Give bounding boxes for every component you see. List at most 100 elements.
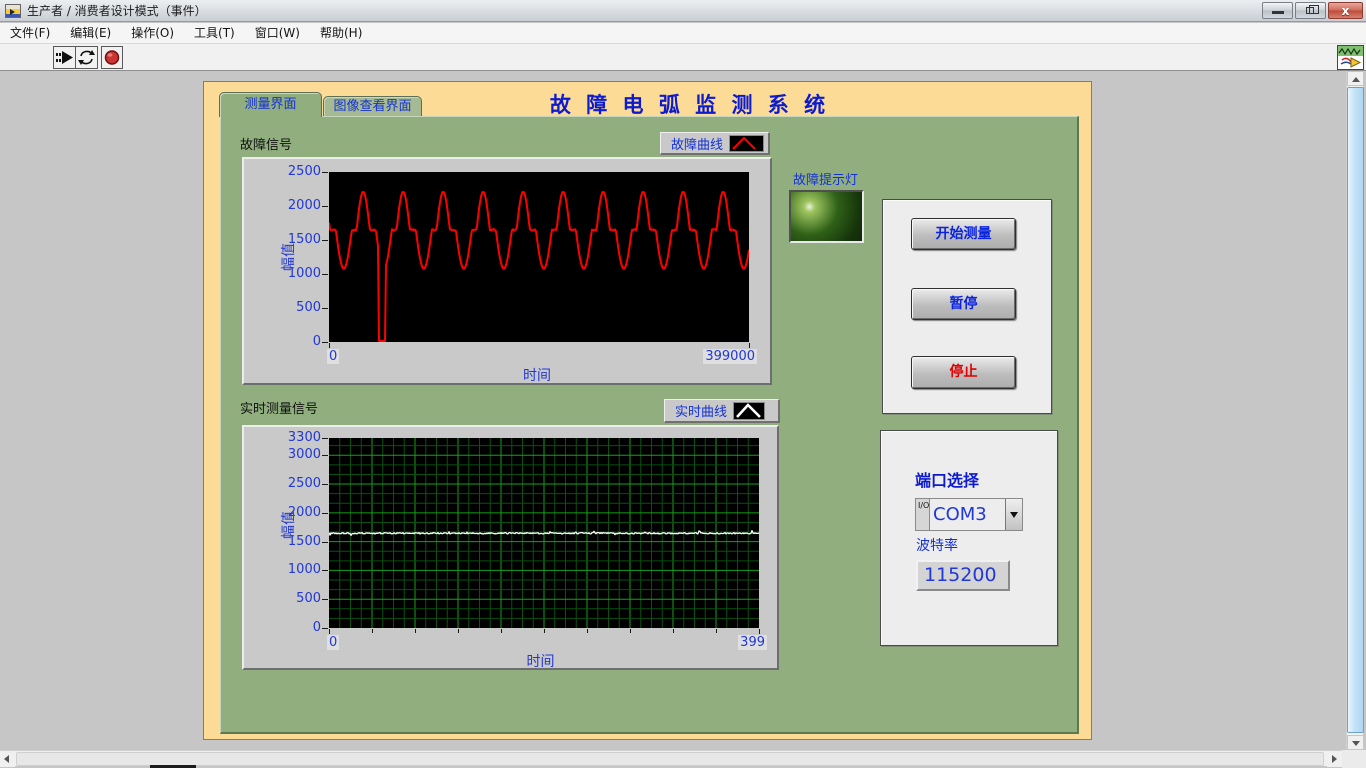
titlebar: 生产者 / 消费者设计模式（事件） x [0,0,1366,22]
y-tick-label: 1000 [271,562,321,577]
close-icon: x [1329,3,1362,18]
y-tick-label: 1500 [271,232,321,247]
port-combo-value: COM3 [930,499,1005,530]
run-continuous-button[interactable] [75,46,98,69]
window-title: 生产者 / 消费者设计模式（事件） [27,2,207,19]
y-tick-mark [322,240,328,241]
vi-waveform-icon[interactable] [1337,45,1364,70]
y-tick-label: 2500 [271,476,321,491]
y-tick-label: 3300 [271,430,321,445]
tab-page-measurement: 故障信号 故障曲线 幅值 时间 050010001500200025000399… [220,116,1079,734]
y-tick-label: 2000 [271,505,321,520]
fault-chart-legend[interactable]: 故障曲线 [660,132,770,155]
fault-led-indicator[interactable] [789,190,864,243]
abort-button[interactable] [101,46,123,69]
y-tick-label: 3000 [271,447,321,462]
x-tick-label: 399000 [703,349,757,364]
menu-file[interactable]: 文件(F) [0,23,60,43]
x-tick-mark [759,629,760,634]
x-minor-tick-mark [415,629,416,633]
realtime-chart-title: 实时测量信号 [240,398,318,417]
start-measure-button[interactable]: 开始测量 [911,218,1016,250]
menu-window[interactable]: 窗口(W) [245,23,310,43]
close-button[interactable]: x [1328,2,1363,19]
run-button[interactable] [53,46,76,69]
minimize-button[interactable] [1262,2,1293,19]
run-icon [54,47,75,68]
arrow-right-icon [1332,755,1337,763]
fault-signal-chart[interactable]: 幅值 时间 050010001500200025000399000 [242,157,772,385]
realtime-chart-legend[interactable]: 实时曲线 [664,399,780,423]
y-tick-label: 0 [271,334,321,349]
menu-operate[interactable]: 操作(O) [121,23,184,43]
y-tick-mark [322,513,328,514]
x-minor-tick-mark [544,629,545,633]
y-tick-mark [322,274,328,275]
y-tick-label: 2500 [271,164,321,179]
scroll-right-button[interactable] [1327,751,1342,767]
x-tick-mark [329,343,330,348]
menu-tools[interactable]: 工具(T) [184,23,245,43]
combo-dropdown-button[interactable] [1005,499,1022,530]
arrow-up-icon [1352,77,1360,82]
x-axis-title: 时间 [244,651,777,671]
labview-window: 生产者 / 消费者设计模式（事件） x 文件(F) 编辑(E) 操作(O) 工具… [0,0,1366,768]
front-panel-decoration: 故 障 电 弧 监 测 系 统 测量界面 图像查看界面 故障信号 故障曲线 幅值… [203,81,1092,740]
visa-port-combo[interactable]: I/O COM3 [915,498,1023,531]
realtime-signal-plot [329,438,759,628]
x-tick-mark [749,343,750,348]
fault-signal-plot [329,172,749,342]
x-tick-label: 399 [738,635,767,650]
menubar: 文件(F) 编辑(E) 操作(O) 工具(T) 窗口(W) 帮助(H) [0,23,1366,44]
menu-edit[interactable]: 编辑(E) [60,23,121,43]
arrow-left-icon [4,755,9,763]
tab-measurement[interactable]: 测量界面 [219,92,322,117]
horizontal-scrollbar-thumb[interactable] [16,752,1324,766]
restore-button[interactable] [1295,2,1326,19]
fault-chart-title: 故障信号 [240,134,292,153]
port-section-label: 端口选择 [915,467,979,491]
y-tick-mark [322,628,328,629]
stop-button[interactable]: 停止 [911,356,1016,389]
y-tick-label: 500 [271,591,321,606]
baud-label: 波特率 [916,535,958,555]
y-tick-label: 0 [271,620,321,635]
vertical-scrollbar[interactable] [1346,71,1363,750]
horizontal-scrollbar[interactable] [0,750,1342,766]
y-tick-label: 1000 [271,266,321,281]
x-tick-mark [329,629,330,634]
io-badge-icon: I/O [916,499,930,530]
restore-icon [1306,7,1314,14]
realtime-plot-style-icon [733,402,765,420]
x-minor-tick-mark [587,629,588,633]
x-minor-tick-mark [716,629,717,633]
y-tick-label: 2000 [271,198,321,213]
toolbar [0,44,1366,71]
legend-label: 故障曲线 [661,134,729,153]
chevron-down-icon [1010,512,1018,518]
x-tick-label: 0 [327,635,339,650]
pause-button[interactable]: 暂停 [911,288,1016,320]
x-minor-tick-mark [630,629,631,633]
x-minor-tick-mark [458,629,459,633]
fault-led-label: 故障提示灯 [793,169,858,188]
y-tick-mark [322,342,328,343]
abort-icon [102,47,122,68]
scroll-up-button[interactable] [1347,71,1364,86]
realtime-signal-chart[interactable]: 幅值 时间 05001000150020002500300033000399 [242,425,779,670]
minimize-icon [1272,11,1284,14]
tab-image-view[interactable]: 图像查看界面 [323,96,422,117]
y-tick-mark [322,570,328,571]
vertical-scrollbar-thumb[interactable] [1347,87,1364,733]
labview-app-icon [5,4,21,18]
scroll-down-button[interactable] [1347,735,1364,750]
y-tick-label: 1500 [271,534,321,549]
menu-help[interactable]: 帮助(H) [310,23,372,43]
y-tick-mark [322,455,328,456]
scroll-left-button[interactable] [0,751,15,767]
x-minor-tick-mark [673,629,674,633]
x-minor-tick-mark [501,629,502,633]
x-minor-tick-mark [372,629,373,633]
y-tick-mark [322,438,328,439]
x-axis-title: 时间 [244,365,770,385]
